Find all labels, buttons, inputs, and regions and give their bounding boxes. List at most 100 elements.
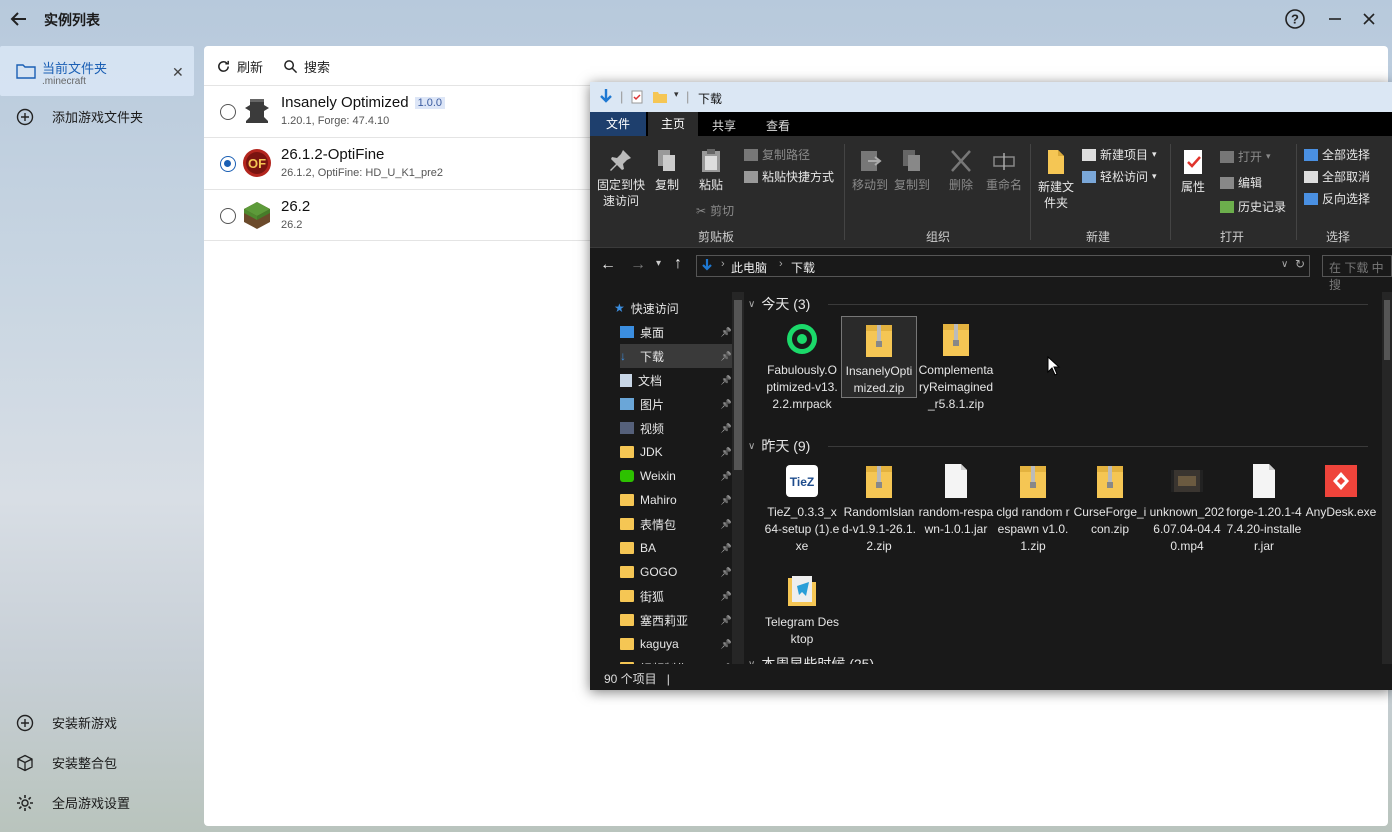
nav-item[interactable]: 视频制作 📌 — [620, 656, 732, 664]
properties-quick-icon[interactable] — [630, 90, 644, 104]
nav-item[interactable]: JDK 📌 — [620, 440, 732, 464]
install-new-game-button[interactable]: 安装新游戏 — [16, 713, 117, 732]
move-to-button[interactable]: 移动到 — [850, 148, 890, 193]
pin-icon: 📌 — [720, 494, 732, 505]
file-item[interactable]: TieZ TieZ_0.3.3_x64-setup (1).exe — [764, 458, 840, 555]
file-item[interactable]: unknown_2026.07.04-04.40.mp4 — [1149, 458, 1225, 555]
paste-shortcut-button[interactable]: 粘贴快捷方式 — [744, 168, 834, 185]
new-folder-button[interactable]: 新建文件夹 — [1036, 148, 1076, 211]
file-name: AnyDesk.exe — [1305, 505, 1377, 519]
instance-row[interactable]: Insanely Optimized 1.0.0 1.20.1, Forge: 4… — [204, 85, 590, 137]
nav-item[interactable]: BA 📌 — [620, 536, 732, 560]
nav-item[interactable]: 表情包 📌 — [620, 512, 732, 536]
nav-item[interactable]: 文档 📌 — [620, 368, 732, 392]
global-settings-label: 全局游戏设置 — [52, 796, 131, 811]
remove-folder-icon[interactable]: ✕ — [172, 64, 184, 81]
close-icon[interactable] — [1356, 6, 1382, 32]
delete-button[interactable]: 删除 — [946, 148, 976, 193]
install-modpack-button[interactable]: 安装整合包 — [16, 753, 117, 772]
back-arrow-icon[interactable] — [8, 8, 30, 30]
invert-selection-button[interactable]: 反向选择 — [1304, 190, 1370, 207]
add-folder-button[interactable]: 添加游戏文件夹 — [16, 107, 143, 126]
paste-button[interactable]: 粘贴 — [694, 148, 728, 193]
explorer-search-input[interactable]: 在 下载 中搜 — [1322, 255, 1392, 292]
pin-quick-access-button[interactable]: 固定到快速访问 — [596, 148, 646, 209]
copy-to-button[interactable]: 复制到 — [892, 148, 932, 193]
help-icon[interactable]: ? — [1282, 6, 1308, 32]
global-settings-button[interactable]: 全局游戏设置 — [16, 793, 130, 812]
forward-nav-icon[interactable]: → — [630, 256, 646, 274]
file-item[interactable]: InsanelyOptimized.zip — [841, 316, 917, 398]
nav-scroll-thumb[interactable] — [734, 300, 742, 470]
instance-radio[interactable] — [220, 208, 236, 224]
nav-item[interactable]: 桌面 📌 — [620, 320, 732, 344]
group-this-week[interactable]: ∨ 本周早些时候 (25) — [748, 654, 874, 664]
copy-button[interactable]: 复制 — [652, 148, 682, 193]
address-box[interactable]: › 此电脑 › 下载 ∨ ↻ — [696, 255, 1310, 277]
tab-home[interactable]: 主页 — [648, 112, 698, 136]
chevron-down-icon[interactable]: ▾ — [674, 89, 679, 100]
back-nav-icon[interactable]: ← — [600, 256, 616, 274]
file-item[interactable]: RandomIsland-v1.9.1-26.1.2.zip — [841, 458, 917, 555]
rename-button[interactable]: 重命名 — [984, 148, 1024, 193]
select-all-button[interactable]: 全部选择 — [1304, 146, 1370, 163]
nav-item[interactable]: ★ 快速访问 — [614, 296, 726, 320]
tab-view[interactable]: 查看 — [766, 117, 790, 134]
edit-button[interactable]: 编辑 — [1220, 174, 1262, 191]
group-today[interactable]: ∨ 今天 (3) — [748, 294, 810, 314]
minimize-icon[interactable] — [1322, 6, 1348, 32]
tab-file[interactable]: 文件 — [590, 112, 646, 136]
history-button[interactable]: 历史记录 — [1220, 198, 1286, 215]
instance-row[interactable]: 26.2 26.2 — [204, 189, 590, 241]
file-item[interactable]: clgd random respawn v1.0.1.zip — [995, 458, 1071, 555]
breadcrumb-pc[interactable]: 此电脑 — [731, 259, 767, 276]
copy-path-button[interactable]: 复制路径 — [744, 146, 810, 163]
chevron-down-icon: ∨ — [748, 440, 756, 452]
files-scroll-thumb[interactable] — [1384, 300, 1390, 360]
file-item[interactable]: random-respawn-1.0.1.jar — [918, 458, 994, 538]
nav-item[interactable]: kaguya 📌 — [620, 632, 732, 656]
select-all-icon — [1304, 148, 1318, 161]
breadcrumb-downloads[interactable]: 下载 — [791, 259, 815, 276]
new-item-button[interactable]: 新建项目 ▾ — [1082, 146, 1157, 163]
open-button[interactable]: 打开 ▾ — [1220, 148, 1271, 165]
instance-row[interactable]: OF 26.1.2-OptiFine 26.1.2, OptiFine: HD_… — [204, 137, 590, 189]
nav-item[interactable]: 视频 📌 — [620, 416, 732, 440]
cut-button[interactable]: ✂ 剪切 — [696, 202, 734, 219]
tab-share[interactable]: 共享 — [712, 117, 736, 134]
nav-item[interactable]: GOGO 📌 — [620, 560, 732, 584]
file-name: TieZ_0.3.3_x64-setup (1).exe — [764, 505, 840, 553]
recent-locations-icon[interactable]: ▾ — [656, 258, 661, 269]
file-item[interactable]: AnyDesk.exe — [1303, 458, 1379, 521]
new-folder-quick-icon[interactable] — [652, 90, 668, 104]
refresh-label: 刷新 — [237, 60, 264, 75]
nav-item[interactable]: 塞西莉亚 📌 — [620, 608, 732, 632]
add-folder-label: 添加游戏文件夹 — [52, 110, 144, 125]
instance-radio[interactable] — [220, 156, 236, 172]
instance-radio[interactable] — [220, 104, 236, 120]
nav-item[interactable]: ↓ 下载 📌 — [620, 344, 732, 368]
file-item[interactable]: Telegram Desktop — [764, 568, 840, 648]
current-folder-path: .minecraft — [42, 76, 86, 87]
file-item[interactable]: forge-1.20.1-47.4.20-installer.jar — [1226, 458, 1302, 555]
nav-item[interactable]: Mahiro 📌 — [620, 488, 732, 512]
nav-item[interactable]: 图片 📌 — [620, 392, 732, 416]
file-item[interactable]: CurseForge_icon.zip — [1072, 458, 1148, 538]
pin-icon: 📌 — [720, 398, 732, 409]
select-none-button[interactable]: 全部取消 — [1304, 168, 1370, 185]
copy-to-label: 复制到 — [893, 178, 930, 192]
search-button[interactable]: 搜索 — [283, 57, 330, 76]
up-nav-icon[interactable]: ↑ — [674, 255, 682, 273]
nav-item[interactable]: Weixin 📌 — [620, 464, 732, 488]
refresh-button[interactable]: 刷新 — [216, 57, 263, 76]
properties-button[interactable]: 属性 — [1176, 148, 1210, 195]
nav-item[interactable]: 街狐 📌 — [620, 584, 732, 608]
file-item[interactable]: ComplementaryReimagined_r5.8.1.zip — [918, 316, 994, 413]
pin-icon: 📌 — [721, 663, 732, 665]
easy-access-button[interactable]: 轻松访问 ▾ — [1082, 168, 1157, 185]
file-item[interactable]: Fabulously.Optimized-v13.2.2.mrpack — [764, 316, 840, 413]
refresh-icon[interactable]: ↻ — [1295, 257, 1305, 271]
group-yesterday[interactable]: ∨ 昨天 (9) — [748, 436, 810, 456]
folder-icon — [620, 590, 634, 602]
chevron-down-icon[interactable]: ∨ — [1281, 259, 1288, 270]
